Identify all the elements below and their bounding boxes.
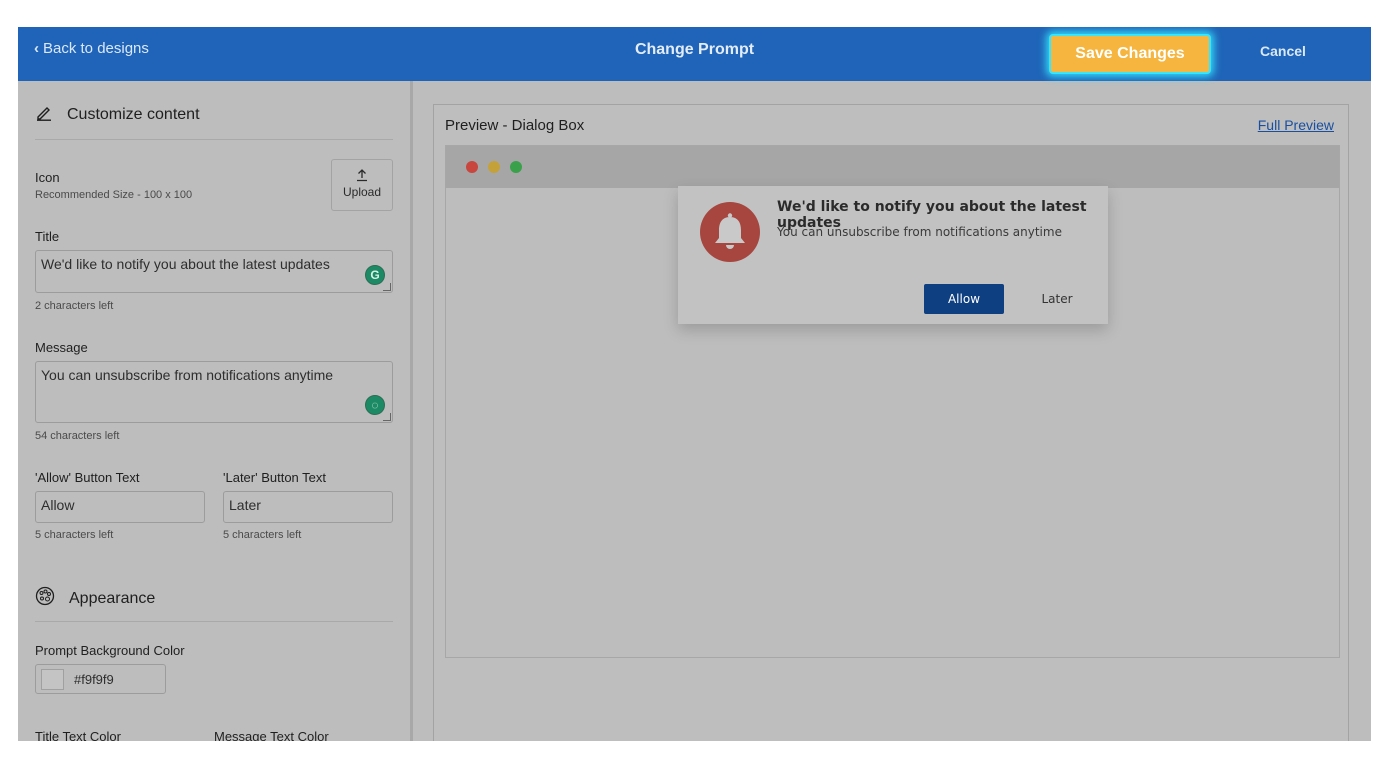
customize-content-title: Customize content bbox=[67, 105, 200, 123]
message-label: Message bbox=[35, 340, 88, 355]
window-close-dot bbox=[466, 161, 478, 173]
upload-button[interactable]: Upload bbox=[331, 159, 393, 211]
background-color-label: Prompt Background Color bbox=[35, 643, 185, 658]
message-input[interactable]: You can unsubscribe from notifications a… bbox=[35, 361, 393, 423]
preview-title: Preview - Dialog Box bbox=[445, 117, 585, 134]
notification-dialog-preview: We'd like to notify you about the latest… bbox=[678, 186, 1108, 324]
settings-panel: Customize content Icon Recommended Size … bbox=[18, 81, 410, 741]
allow-text-input[interactable]: Allow bbox=[35, 491, 205, 523]
resize-handle[interactable] bbox=[383, 413, 391, 421]
color-swatch[interactable] bbox=[41, 669, 64, 690]
upload-label: Upload bbox=[342, 185, 382, 199]
panel-divider bbox=[410, 81, 413, 741]
appearance-heading: Appearance bbox=[35, 586, 155, 611]
appearance-title: Appearance bbox=[69, 589, 156, 607]
save-changes-button[interactable]: Save Changes bbox=[1049, 34, 1211, 74]
pencil-icon bbox=[35, 103, 53, 126]
grammarly-icon[interactable]: G bbox=[365, 265, 385, 285]
dialog-allow-button[interactable]: Allow bbox=[924, 284, 1004, 314]
message-text-color-label: Message Text Color bbox=[214, 729, 329, 741]
icon-label: Icon bbox=[35, 170, 60, 185]
cancel-button[interactable]: Cancel bbox=[1243, 43, 1323, 59]
title-chars-left: 2 characters left bbox=[35, 300, 114, 312]
top-bar: ‹ Back to designs Change Prompt Save Chan… bbox=[18, 27, 1371, 81]
allow-button-text-label: 'Allow' Button Text bbox=[35, 470, 140, 485]
browser-mockup: We'd like to notify you about the latest… bbox=[445, 145, 1340, 658]
message-input-value: You can unsubscribe from notifications a… bbox=[41, 367, 334, 383]
window-minimize-dot bbox=[488, 161, 500, 173]
browser-title-bar bbox=[446, 146, 1339, 188]
later-text-input[interactable]: Later bbox=[223, 491, 393, 523]
background-color-picker[interactable]: #f9f9f9 bbox=[35, 664, 166, 694]
icon-size-hint: Recommended Size - 100 x 100 bbox=[35, 189, 193, 201]
title-label: Title bbox=[35, 229, 60, 244]
upload-icon bbox=[332, 168, 392, 185]
grammarly-icon[interactable]: ◌ bbox=[365, 395, 385, 415]
app-window: ‹ Back to designs Change Prompt Save Chan… bbox=[18, 27, 1371, 741]
full-preview-link[interactable]: Full Preview bbox=[1258, 117, 1334, 133]
message-chars-left: 54 characters left bbox=[35, 430, 120, 442]
title-text-color-label: Title Text Color bbox=[35, 729, 121, 741]
bell-icon bbox=[700, 202, 760, 262]
section-divider bbox=[35, 139, 393, 140]
preview-panel: Preview - Dialog Box Full Preview We'd l… bbox=[433, 104, 1349, 741]
resize-handle[interactable] bbox=[383, 283, 391, 291]
title-input[interactable]: We'd like to notify you about the latest… bbox=[35, 250, 393, 293]
allow-chars-left: 5 characters left bbox=[35, 529, 114, 541]
title-input-value: We'd like to notify you about the latest… bbox=[41, 256, 330, 272]
dialog-later-button[interactable]: Later bbox=[1023, 284, 1091, 314]
section-divider bbox=[35, 621, 393, 622]
background-color-value: #f9f9f9 bbox=[74, 672, 114, 687]
later-text-value: Later bbox=[229, 497, 261, 513]
later-chars-left: 5 characters left bbox=[223, 529, 302, 541]
window-maximize-dot bbox=[510, 161, 522, 173]
customize-content-heading: Customize content bbox=[35, 103, 200, 126]
palette-icon bbox=[35, 586, 55, 611]
allow-text-value: Allow bbox=[41, 497, 75, 513]
dialog-message: You can unsubscribe from notifications a… bbox=[777, 225, 1062, 239]
later-button-text-label: 'Later' Button Text bbox=[223, 470, 327, 485]
